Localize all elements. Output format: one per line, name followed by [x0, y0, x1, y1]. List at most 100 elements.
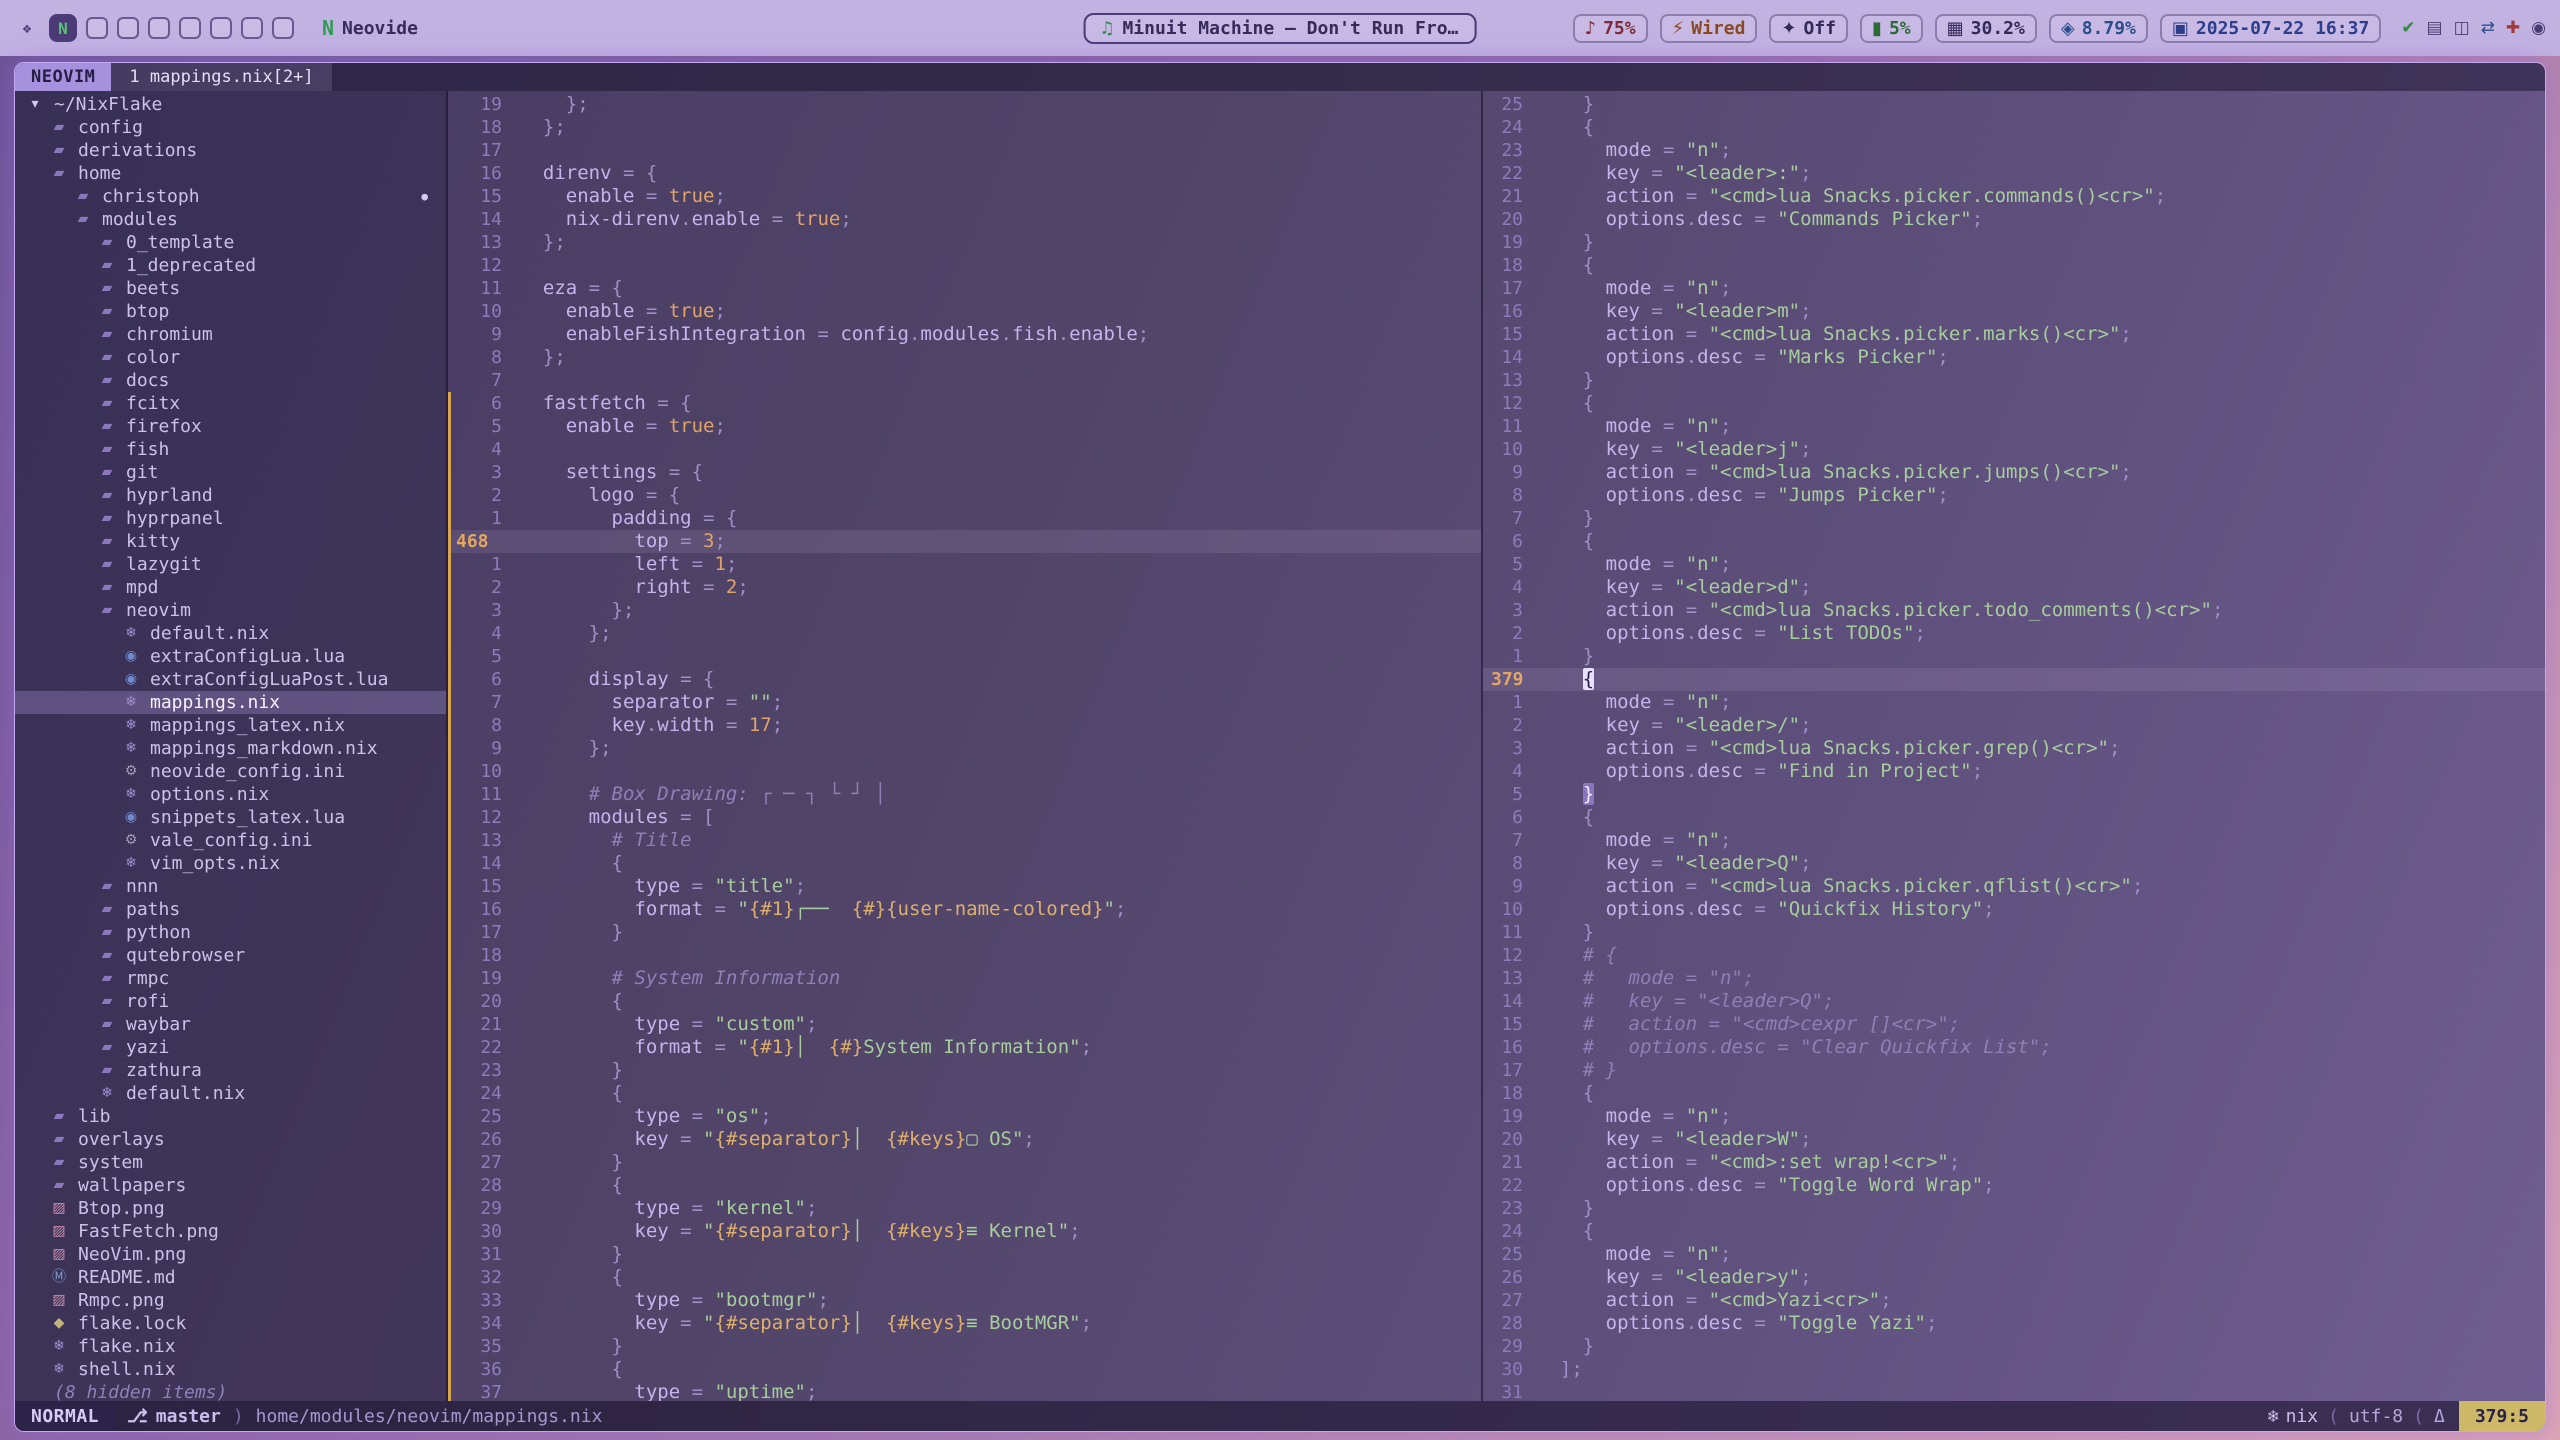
tab-mappings-nix[interactable]: 1 mappings.nix[2+]: [111, 63, 331, 91]
tree-item-Rmpc.png[interactable]: ▨Rmpc.png: [15, 1289, 446, 1312]
code-line[interactable]: 18 {: [1483, 1082, 2545, 1105]
code-line[interactable]: 34 key = "{#separator}│ {#keys}≡ BootMGR…: [448, 1312, 1481, 1335]
tree-item-mappings_markdown.nix[interactable]: ❄mappings_markdown.nix: [15, 737, 446, 760]
code-line[interactable]: 1 padding = {: [448, 507, 1481, 530]
code-line[interactable]: 31 }: [448, 1243, 1481, 1266]
tray-app-3[interactable]: ⇄: [2481, 18, 2495, 38]
tree-item-fish[interactable]: ▰fish: [15, 438, 446, 461]
code-line[interactable]: 13 };: [448, 231, 1481, 254]
workspace-1-active[interactable]: N: [49, 14, 77, 42]
workspace-8[interactable]: [272, 17, 294, 39]
code-line[interactable]: 6 display = {: [448, 668, 1481, 691]
workspace-2[interactable]: [86, 17, 108, 39]
tree-item-vim_opts.nix[interactable]: ❄vim_opts.nix: [15, 852, 446, 875]
code-line[interactable]: 21 action = "<cmd>lua Snacks.picker.comm…: [1483, 185, 2545, 208]
workspace-3[interactable]: [117, 17, 139, 39]
tree-item-config[interactable]: ▰config: [15, 116, 446, 139]
tree-item-rofi[interactable]: ▰rofi: [15, 990, 446, 1013]
code-line[interactable]: 5: [448, 645, 1481, 668]
tree-item-modules[interactable]: ▰modules: [15, 208, 446, 231]
module-volume[interactable]: ♪75%: [1573, 14, 1648, 43]
tree-item-NixFlake[interactable]: ▾~/NixFlake: [15, 93, 446, 116]
code-line[interactable]: 14 nix-direnv.enable = true;: [448, 208, 1481, 231]
code-line[interactable]: 29 type = "kernel";: [448, 1197, 1481, 1220]
module-power-profile[interactable]: ▮5%: [1860, 14, 1923, 43]
music-widget[interactable]: ♫ Minuit Machine – Don't Run Fro…: [1084, 13, 1477, 44]
code-line[interactable]: 14 # key = "<leader>Q";: [1483, 990, 2545, 1013]
tree-item-chromium[interactable]: ▰chromium: [15, 323, 446, 346]
tree-item-nnn[interactable]: ▰nnn: [15, 875, 446, 898]
tree-item-NeoVim.png[interactable]: ▨NeoVim.png: [15, 1243, 446, 1266]
code-line[interactable]: 6 fastfetch = {: [448, 392, 1481, 415]
tree-item-firefox[interactable]: ▰firefox: [15, 415, 446, 438]
tree-item-Btop.png[interactable]: ▨Btop.png: [15, 1197, 446, 1220]
code-line[interactable]: 4 };: [448, 622, 1481, 645]
code-line[interactable]: 11 }: [1483, 921, 2545, 944]
code-line[interactable]: 16 direnv = {: [448, 162, 1481, 185]
code-line[interactable]: 22 options.desc = "Toggle Word Wrap";: [1483, 1174, 2545, 1197]
code-line[interactable]: 3 action = "<cmd>lua Snacks.picker.grep(…: [1483, 737, 2545, 760]
code-line[interactable]: 5 }: [1483, 783, 2545, 806]
code-line[interactable]: 2 right = 2;: [448, 576, 1481, 599]
code-line[interactable]: 379 {: [1483, 668, 2545, 691]
tree-item-options.nix[interactable]: ❄options.nix: [15, 783, 446, 806]
code-line[interactable]: 29 }: [1483, 1335, 2545, 1358]
module-cpu[interactable]: ◈8.79%: [2049, 14, 2148, 43]
tree-item-btop[interactable]: ▰btop: [15, 300, 446, 323]
tree-item-1_deprecated[interactable]: ▰1_deprecated: [15, 254, 446, 277]
code-line[interactable]: 1 left = 1;: [448, 553, 1481, 576]
code-line[interactable]: 8 };: [448, 346, 1481, 369]
workspace-logo[interactable]: ❖: [14, 15, 40, 41]
code-line[interactable]: 17 mode = "n";: [1483, 277, 2545, 300]
workspace-7[interactable]: [241, 17, 263, 39]
workspace-6[interactable]: [210, 17, 232, 39]
code-line[interactable]: 37 type = "uptime";: [448, 1381, 1481, 1401]
code-line[interactable]: 11 # Box Drawing: ┌ ─ ┐ └ ┘ │: [448, 783, 1481, 806]
code-line[interactable]: 13 # mode = "n";: [1483, 967, 2545, 990]
workspace-5[interactable]: [179, 17, 201, 39]
tree-item-yazi[interactable]: ▰yazi: [15, 1036, 446, 1059]
code-line[interactable]: 15 enable = true;: [448, 185, 1481, 208]
code-line[interactable]: 18 {: [1483, 254, 2545, 277]
tree-item-docs[interactable]: ▰docs: [15, 369, 446, 392]
tree-item-fcitx[interactable]: ▰fcitx: [15, 392, 446, 415]
code-line[interactable]: 21 type = "custom";: [448, 1013, 1481, 1036]
tree-item-vale_config.ini[interactable]: ⚙vale_config.ini: [15, 829, 446, 852]
tree-item-git[interactable]: ▰git: [15, 461, 446, 484]
tree-item-neovim[interactable]: ▰neovim: [15, 599, 446, 622]
tree-item-waybar[interactable]: ▰waybar: [15, 1013, 446, 1036]
code-line[interactable]: 8 options.desc = "Jumps Picker";: [1483, 484, 2545, 507]
tree-item-lazygit[interactable]: ▰lazygit: [15, 553, 446, 576]
tray-app-2[interactable]: ◫: [2454, 18, 2470, 38]
code-line[interactable]: 1 }: [1483, 645, 2545, 668]
code-line[interactable]: 28 options.desc = "Toggle Yazi";: [1483, 1312, 2545, 1335]
code-line[interactable]: 27 action = "<cmd>Yazi<cr>";: [1483, 1289, 2545, 1312]
tree-item-extraConfigLuaPost.lua[interactable]: ◉extraConfigLuaPost.lua: [15, 668, 446, 691]
code-line[interactable]: 23 }: [448, 1059, 1481, 1082]
code-line[interactable]: 36 {: [448, 1358, 1481, 1381]
tree-item-hyprpanel[interactable]: ▰hyprpanel: [15, 507, 446, 530]
tree-item-mpd[interactable]: ▰mpd: [15, 576, 446, 599]
tray-app-4[interactable]: ✚: [2506, 18, 2520, 38]
code-line[interactable]: 8 key = "<leader>Q";: [1483, 852, 2545, 875]
code-line[interactable]: 7: [448, 369, 1481, 392]
code-line[interactable]: 17 # }: [1483, 1059, 2545, 1082]
tree-item-paths[interactable]: ▰paths: [15, 898, 446, 921]
code-line[interactable]: 10 options.desc = "Quickfix History";: [1483, 898, 2545, 921]
code-line[interactable]: 3 action = "<cmd>lua Snacks.picker.todo_…: [1483, 599, 2545, 622]
code-line[interactable]: 4 options.desc = "Find in Project";: [1483, 760, 2545, 783]
module-network[interactable]: ⚡Wired: [1660, 14, 1758, 43]
code-line[interactable]: 13 # Title: [448, 829, 1481, 852]
code-line[interactable]: 17 }: [448, 921, 1481, 944]
tree-item-christoph[interactable]: ▰christoph●: [15, 185, 446, 208]
tree-item-snippets_latex.lua[interactable]: ◉snippets_latex.lua: [15, 806, 446, 829]
code-line[interactable]: 12 modules = [: [448, 806, 1481, 829]
code-line[interactable]: 6 {: [1483, 530, 2545, 553]
code-line[interactable]: 18 };: [448, 116, 1481, 139]
tree-item-qutebrowser[interactable]: ▰qutebrowser: [15, 944, 446, 967]
code-line[interactable]: 10 key = "<leader>j";: [1483, 438, 2545, 461]
code-line[interactable]: 15 # action = "<cmd>cexpr []<cr>";: [1483, 1013, 2545, 1036]
code-line[interactable]: 13 }: [1483, 369, 2545, 392]
code-line[interactable]: 15 action = "<cmd>lua Snacks.picker.mark…: [1483, 323, 2545, 346]
tree-item-kitty[interactable]: ▰kitty: [15, 530, 446, 553]
